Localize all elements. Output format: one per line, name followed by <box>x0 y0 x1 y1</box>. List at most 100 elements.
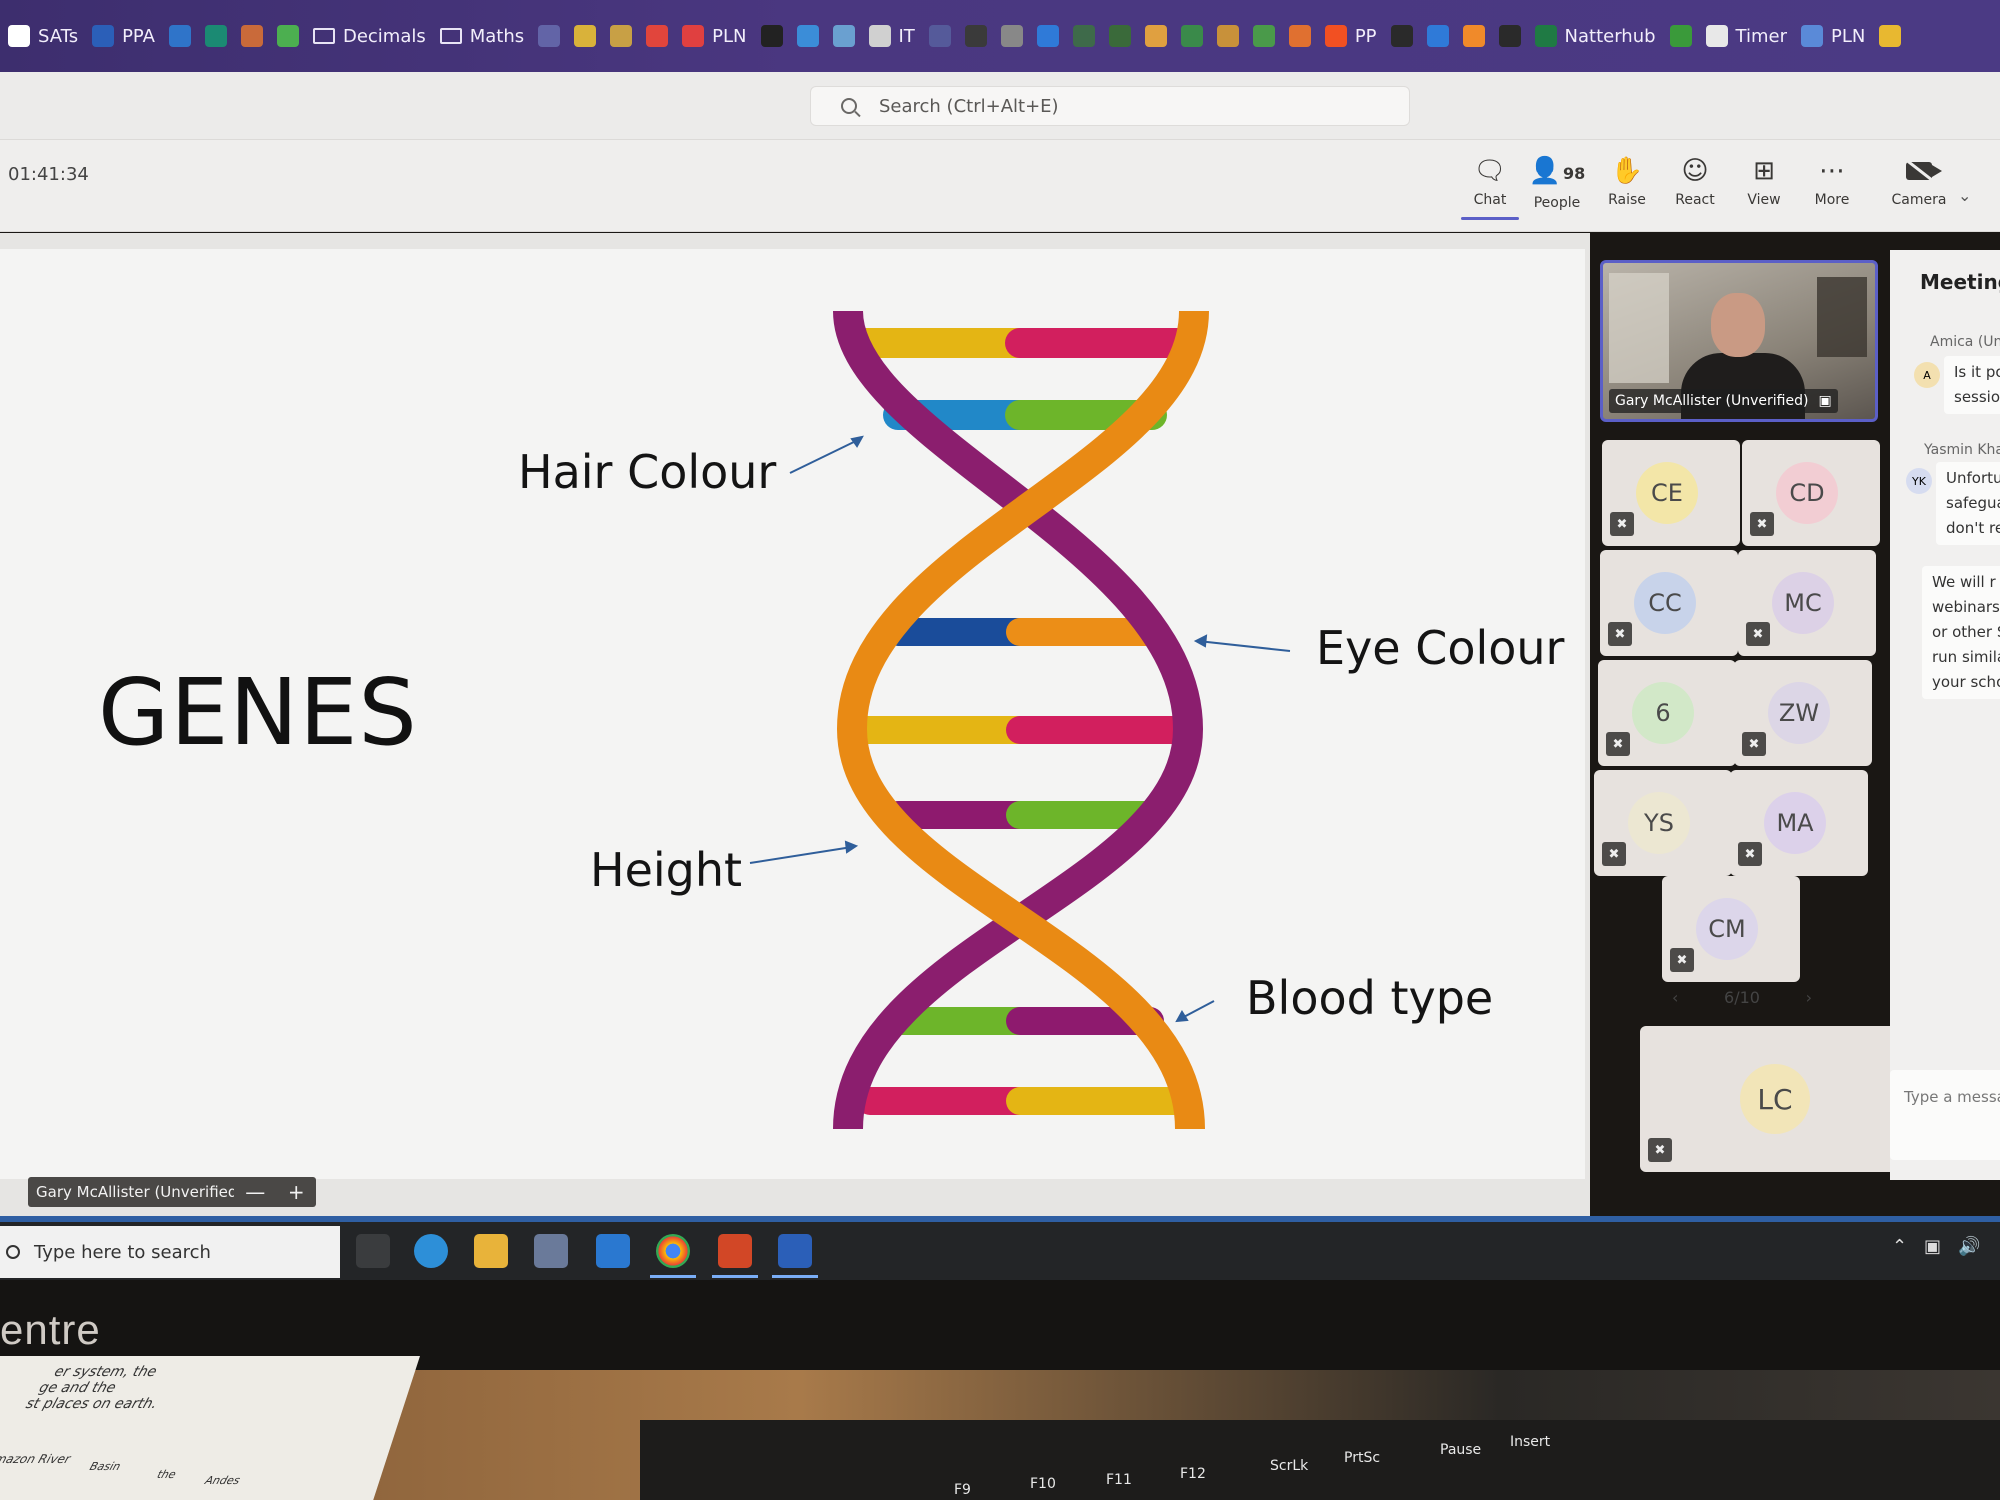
participant-tile[interactable]: LC ✖ <box>1640 1026 1908 1172</box>
participant-tile[interactable]: MA ✖ <box>1730 770 1868 876</box>
mail-icon[interactable] <box>596 1234 630 1268</box>
bookmark-item[interactable] <box>796 25 819 47</box>
bookmark-item[interactable] <box>1498 25 1521 47</box>
bookmark-item[interactable]: PP <box>1324 25 1377 47</box>
chat-message: Is it pos session? <box>1944 356 2000 414</box>
bookmark-item[interactable]: Natterhub <box>1534 25 1656 47</box>
bookmark-item[interactable] <box>832 25 855 47</box>
zoom-in-button[interactable]: + <box>288 1180 305 1204</box>
view-button[interactable]: ⊞ View <box>1731 156 1797 208</box>
search-input[interactable]: Search (Ctrl+Alt+E) <box>879 96 1059 117</box>
bookmark-item[interactable] <box>1144 25 1167 47</box>
file-explorer-icon[interactable] <box>474 1234 508 1268</box>
r-icon <box>760 25 783 47</box>
participant-tile[interactable]: 6 ✖ <box>1598 660 1736 766</box>
camera-options-chevron-icon[interactable]: ⌄ <box>1958 186 1971 205</box>
hand-icon: ✋ <box>1610 156 1644 186</box>
gallery-pager: ‹ 6/10 › <box>1672 988 1812 1007</box>
bookmark-item[interactable] <box>1426 25 1449 47</box>
bookmark-label: Decimals <box>342 25 426 47</box>
bookmark-item[interactable]: Maths <box>439 26 524 47</box>
people-count: 98 <box>1563 164 1586 183</box>
grid-icon: ⊞ <box>1753 156 1775 186</box>
pager-prev-button[interactable]: ‹ <box>1672 988 1678 1007</box>
bookmark-item[interactable] <box>1288 25 1311 47</box>
taskbar-search-input[interactable]: Type here to search <box>34 1242 211 1263</box>
store-icon[interactable] <box>534 1234 568 1268</box>
pager-next-button[interactable]: › <box>1806 988 1812 1007</box>
bookmark-item[interactable] <box>1879 25 1902 47</box>
bookmark-item[interactable]: PLN <box>682 25 747 47</box>
bookmark-item[interactable] <box>538 25 561 47</box>
bookmark-item[interactable] <box>1669 25 1692 47</box>
chat-button[interactable]: 🗨 Chat <box>1457 156 1523 220</box>
people-button[interactable]: 👤 98 People <box>1524 156 1590 211</box>
bookmark-item[interactable] <box>168 25 191 47</box>
bookmark-item[interactable] <box>276 25 299 47</box>
video-background <box>1817 277 1867 357</box>
word-icon[interactable] <box>772 1234 818 1278</box>
participant-avatar: CC <box>1634 572 1696 634</box>
network-icon[interactable]: ▣ <box>1924 1236 1941 1257</box>
react-button[interactable]: ☺ React <box>1662 156 1728 208</box>
bookmark-item[interactable] <box>1036 25 1059 47</box>
bookmark-item[interactable] <box>964 25 987 47</box>
participant-tile[interactable]: ZW ✖ <box>1734 660 1872 766</box>
raise-hand-button[interactable]: ✋ Raise <box>1594 156 1660 208</box>
bookmark-item[interactable] <box>1180 25 1203 47</box>
bookmark-item[interactable] <box>1072 25 1095 47</box>
bookmark-item[interactable]: SATs <box>8 25 78 47</box>
bookmark-item[interactable]: PPA <box>92 25 155 47</box>
bookmark-item[interactable] <box>610 25 633 47</box>
participant-avatar: CE <box>1636 462 1698 524</box>
participant-tile[interactable]: CC ✖ <box>1600 550 1738 656</box>
participant-tile[interactable]: YS ✖ <box>1594 770 1732 876</box>
ellipsis-icon: ⋯ <box>1819 156 1845 186</box>
bookmark-item[interactable]: Timer <box>1705 25 1787 47</box>
bookmark-item[interactable] <box>240 25 263 47</box>
powerpoint-icon[interactable] <box>712 1234 758 1278</box>
bookmark-item[interactable] <box>760 25 783 47</box>
mic-muted-icon: ✖ <box>1750 512 1774 536</box>
bookmark-label: PPA <box>122 25 155 47</box>
taskbar-search[interactable]: Type here to search <box>0 1226 340 1278</box>
search-box[interactable]: Search (Ctrl+Alt+E) <box>810 86 1410 126</box>
participant-tile[interactable]: CM ✖ <box>1662 876 1800 982</box>
participant-avatar: ZW <box>1768 682 1830 744</box>
bookmark-item[interactable]: IT <box>868 25 915 47</box>
bookmark-item[interactable] <box>574 25 597 47</box>
bookmark-item[interactable] <box>1108 25 1131 47</box>
bookmark-item[interactable] <box>1252 25 1275 47</box>
chat-icon: 🗨 <box>1473 156 1507 186</box>
bookmark-item[interactable] <box>646 25 669 47</box>
bookmark-item[interactable] <box>1462 25 1485 47</box>
participant-tile[interactable]: CE ✖ <box>1602 440 1740 546</box>
tb-icon <box>646 25 669 47</box>
camera-button[interactable]: Camera <box>1886 156 1952 208</box>
bookmark-item[interactable] <box>204 25 227 47</box>
it-icon <box>868 25 891 47</box>
presenter-video-tile[interactable]: Gary McAllister (Unverified) ▣ <box>1600 260 1878 422</box>
participant-tile[interactable]: MC ✖ <box>1738 550 1876 656</box>
bookmark-item[interactable] <box>1390 25 1413 47</box>
chat-author: Amica (Unv <box>1930 334 2000 350</box>
bookmark-item[interactable] <box>928 25 951 47</box>
bookmark-item[interactable] <box>1000 25 1023 47</box>
mic-muted-icon: ✖ <box>1648 1138 1672 1162</box>
tray-chevron-icon[interactable]: ⌃ <box>1892 1236 1907 1257</box>
shared-slide: GENES Hair Colour Eye Colour Height Bloo… <box>0 249 1585 1179</box>
more-button[interactable]: ⋯ More <box>1799 156 1865 208</box>
chrome-icon[interactable] <box>650 1234 696 1278</box>
globe-icon <box>928 25 951 47</box>
zoom-out-button[interactable]: — <box>245 1180 265 1204</box>
bookmark-item[interactable]: Decimals <box>312 25 426 47</box>
participant-tile[interactable]: CD ✖ <box>1742 440 1880 546</box>
volume-icon[interactable]: 🔊 <box>1958 1236 1980 1257</box>
edge-icon[interactable] <box>414 1234 448 1268</box>
bookmark-label: IT <box>898 25 915 47</box>
chat-message-input[interactable]: Type a message <box>1890 1070 2000 1160</box>
bookmark-item[interactable]: PLN <box>1801 25 1865 47</box>
bookmark-item[interactable] <box>1216 25 1239 47</box>
teams-top-bar: Search (Ctrl+Alt+E) <box>0 72 2000 140</box>
task-view-icon[interactable] <box>356 1234 390 1268</box>
